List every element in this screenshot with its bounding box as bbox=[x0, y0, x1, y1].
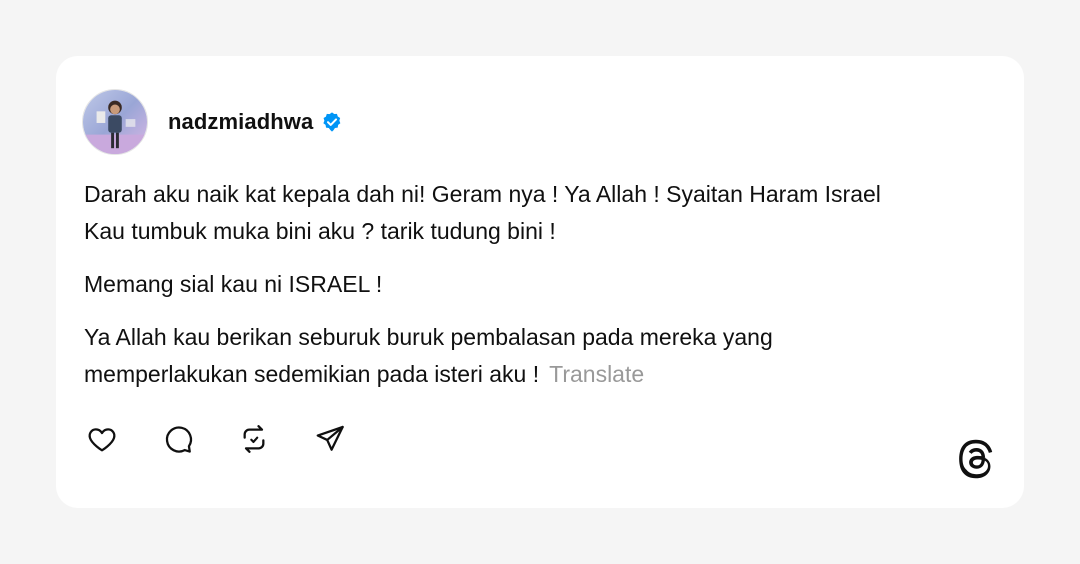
share-button[interactable] bbox=[312, 421, 348, 457]
action-bar bbox=[84, 421, 388, 457]
post-text-line: Ya Allah kau berikan seburuk buruk pemba… bbox=[84, 324, 773, 350]
post-card: nadzmiadhwa Darah aku naik kat kepala da… bbox=[56, 56, 1024, 508]
repost-button[interactable] bbox=[236, 421, 272, 457]
translate-link[interactable]: Translate bbox=[549, 361, 644, 387]
heart-icon bbox=[88, 428, 116, 452]
repost-icon bbox=[243, 425, 265, 453]
share-icon bbox=[316, 425, 344, 451]
post-paragraph: Memang sial kau ni ISRAEL ! bbox=[84, 266, 994, 303]
post-paragraph: Darah aku naik kat kepala dah ni! Geram … bbox=[84, 176, 994, 250]
verified-check-icon bbox=[323, 112, 341, 132]
user-avatar[interactable] bbox=[82, 89, 148, 155]
post-text-line: Kau tumbuk muka bini aku ? tarik tudung … bbox=[84, 218, 556, 244]
post-text-line: Memang sial kau ni ISRAEL ! bbox=[84, 271, 383, 297]
post-text-line: Darah aku naik kat kepala dah ni! Geram … bbox=[84, 181, 881, 207]
threads-logo-icon bbox=[959, 439, 993, 479]
post-text-line: memperlakukan sedemikian pada isteri aku… bbox=[84, 361, 540, 387]
comment-icon bbox=[165, 426, 193, 453]
post-paragraph: Ya Allah kau berikan seburuk buruk pemba… bbox=[84, 319, 994, 393]
username[interactable]: nadzmiadhwa bbox=[168, 109, 313, 135]
post-body: Darah aku naik kat kepala dah ni! Geram … bbox=[84, 176, 994, 393]
post-header: nadzmiadhwa bbox=[82, 89, 343, 155]
comment-button[interactable] bbox=[160, 421, 196, 457]
like-button[interactable] bbox=[84, 421, 120, 457]
username-wrap: nadzmiadhwa bbox=[168, 109, 343, 135]
